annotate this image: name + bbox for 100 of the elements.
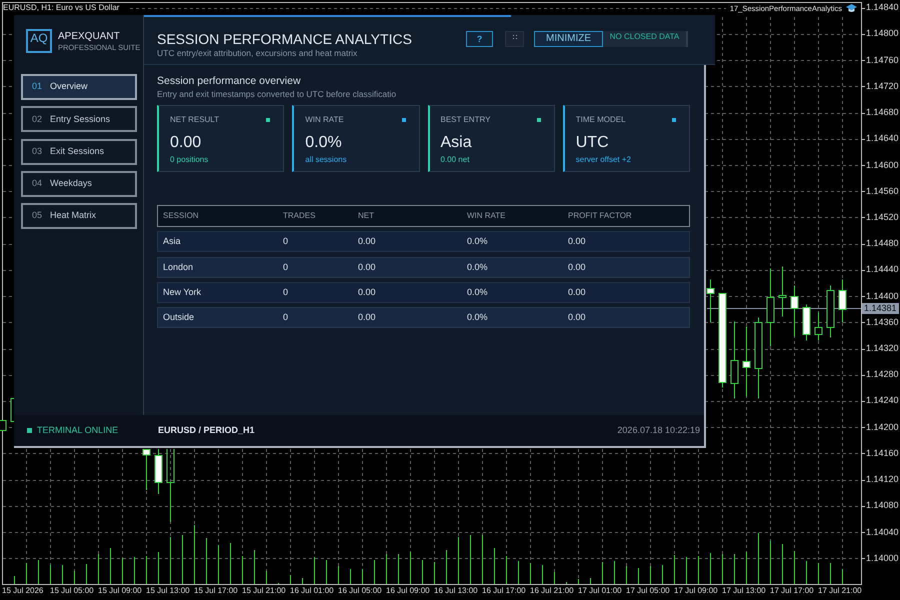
row-value: Asia — [163, 236, 182, 248]
connection-status: TERMINAL ONLINE — [37, 425, 118, 436]
candlestick — [826, 285, 834, 338]
nav-item[interactable]: 01 Overview — [21, 74, 137, 100]
card-note: all sessions — [305, 155, 348, 165]
time-label: 17 Jul 09:00 — [674, 586, 718, 596]
card-value: Asia — [440, 133, 473, 153]
row-value: 0.00 — [568, 262, 587, 273]
candlestick — [778, 266, 786, 317]
graduation-cap-icon — [846, 4, 857, 13]
card-note: server offset +2 — [576, 155, 632, 165]
time-label: 16 Jul 13:00 — [434, 586, 478, 596]
column-header: PROFIT FACTOR — [568, 211, 633, 221]
row-value: 0 — [283, 262, 290, 273]
row-value: 0.00 — [358, 286, 377, 298]
chart-title: EURUSD, H1: Euro vs US Dollar — [3, 3, 120, 12]
price-label: 1.14040 — [866, 526, 899, 538]
candlestick — [742, 326, 750, 397]
card-note: 0 positions — [170, 155, 210, 165]
time-label: 17 Jul 01:00 — [578, 586, 622, 596]
brand-logo: AQ — [26, 29, 52, 53]
candlestick — [838, 279, 846, 323]
card-label: NET RESULT — [170, 115, 220, 125]
price-label: 1.14840 — [866, 2, 899, 14]
row-value: New York — [163, 286, 202, 298]
time-label: 17 Jul 21:00 — [818, 586, 862, 596]
price-label: 1.14480 — [866, 238, 899, 250]
price-label: 1.14440 — [866, 264, 899, 276]
card-note: 0.00 net — [440, 155, 470, 165]
price-label: 1.14240 — [866, 395, 899, 406]
price-label: 1.14120 — [866, 474, 899, 486]
column-header: WIN RATE — [467, 211, 507, 221]
price-label: 1.14680 — [866, 107, 899, 118]
section-title: Session performance overview — [157, 75, 302, 88]
nav-item[interactable]: 05 Heat Matrix — [21, 203, 137, 229]
price-label: 1.14760 — [866, 54, 899, 66]
candlestick — [706, 279, 714, 323]
card-label: WIN RATE — [305, 115, 344, 125]
candlestick — [790, 285, 798, 337]
timestamp: 2026.07.18 10:22:19 — [617, 425, 701, 436]
section-subtitle: Entry and exit timestamps converted to UTC before classificatio — [157, 89, 398, 100]
candlestick — [142, 449, 150, 490]
help-button[interactable]: ? — [466, 31, 493, 47]
card-value: 0.00 — [170, 133, 202, 153]
column-header: TRADES — [283, 211, 316, 221]
row-value: 0.00 — [358, 262, 377, 273]
nav-item[interactable]: 02 Entry Sessions — [21, 106, 137, 132]
row-value: 0.00 — [568, 286, 587, 298]
row-value: 0.0% — [467, 236, 489, 248]
time-label: 15 Jul 2026 — [2, 586, 44, 596]
price-label: 1.14600 — [866, 160, 899, 171]
time-label: 16 Jul 05:00 — [338, 586, 382, 596]
row-value: 0.0% — [467, 312, 489, 324]
time-label: 16 Jul 09:00 — [386, 586, 430, 596]
nav-item[interactable]: 04 Weekdays — [21, 170, 137, 197]
row-value: 0.00 — [358, 312, 377, 324]
row-value: 0.00 — [358, 236, 377, 248]
price-label: 1.14160 — [866, 448, 899, 459]
row-value: London — [163, 262, 194, 273]
time-label: 15 Jul 05:00 — [50, 586, 94, 596]
row-value: 0.0% — [467, 286, 489, 298]
time-label: 16 Jul 17:00 — [482, 586, 526, 596]
time-label: 16 Jul 01:00 — [290, 586, 334, 596]
card-label: TIME MODEL — [576, 115, 626, 125]
row-value: Outside — [163, 312, 196, 324]
minimize-button[interactable]: MINIMIZE — [534, 31, 603, 47]
candlestick — [802, 304, 810, 341]
time-label: 15 Jul 21:00 — [242, 586, 286, 596]
price-label: 1.14400 — [866, 290, 899, 302]
symbol-period: EURUSD / PERIOD_H1 — [158, 425, 255, 436]
panel-subtitle: UTC entry/exit attribution, excursions and heat matrix — [157, 48, 358, 59]
row-value: 0.0% — [467, 262, 489, 273]
price-label: 1.14560 — [866, 186, 899, 197]
column-header: NET — [358, 211, 375, 221]
row-value: 0 — [283, 312, 290, 324]
candlestick — [154, 448, 162, 494]
price-label: 1.14640 — [866, 133, 899, 144]
row-value: 0.00 — [568, 236, 587, 248]
time-label: 17 Jul 17:00 — [770, 586, 814, 596]
price-label: 1.14720 — [866, 80, 899, 92]
nav-item[interactable]: 03 Exit Sessions — [21, 138, 137, 164]
column-header: SESSION — [163, 211, 200, 221]
time-label: 16 Jul 21:00 — [530, 586, 574, 596]
current-price-label: 1.14381 — [862, 303, 899, 314]
candlestick — [814, 312, 822, 341]
price-label: 1.14520 — [866, 212, 899, 223]
row-value: 0 — [283, 236, 290, 248]
price-label: 1.14080 — [866, 500, 899, 512]
panel-title: SESSION PERFORMANCE ANALYTICS — [157, 31, 412, 48]
time-label: 15 Jul 13:00 — [146, 586, 190, 596]
card-value: 0.0% — [305, 133, 343, 153]
price-label: 1.14360 — [866, 316, 899, 328]
status-badge: NO CLOSED DATA — [603, 31, 688, 47]
drag-handle-button[interactable] — [505, 31, 524, 47]
time-label: 15 Jul 17:00 — [194, 586, 238, 596]
card-label: BEST ENTRY — [440, 115, 490, 125]
brand-name: APEXQUANT — [58, 31, 121, 43]
card-value: UTC — [576, 133, 610, 153]
row-value: 0 — [283, 286, 290, 298]
time-label: 17 Jul 13:00 — [722, 586, 766, 596]
